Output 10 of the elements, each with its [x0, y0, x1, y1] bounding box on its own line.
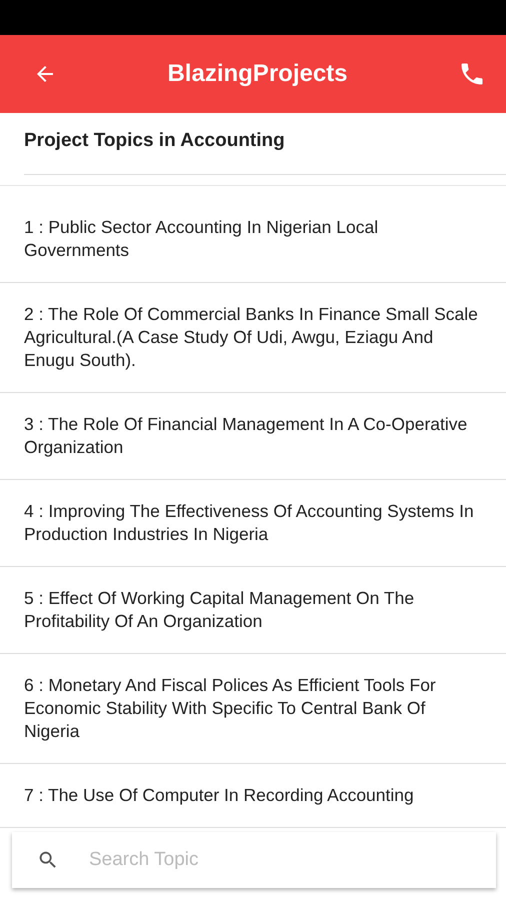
topic-item[interactable]: 5 : Effect Of Working Capital Management On The Profitability Of An Organization: [0, 567, 506, 654]
topic-item[interactable]: 2 : The Role Of Commercial Banks In Finance Small Scale Agricultural.(A Case Study Of Udi, Awgu, Eziagu And Enugu South).: [0, 283, 506, 393]
section-heading: Project Topics in Accounting: [24, 113, 506, 175]
search-field[interactable]: Search Topic: [87, 848, 391, 872]
topic-item[interactable]: 6 : Monetary And Fiscal Polices As Efficient Tools For Economic Stability With Specific To Central Bank Of Nigeria: [0, 654, 506, 764]
app-title: BlazingProjects: [167, 60, 348, 88]
topic-item[interactable]: 4 : Improving The Effectiveness Of Accounting Systems In Production Industries In Nigeria: [0, 480, 506, 567]
topic-item[interactable]: 7 : The Use Of Computer In Recording Accounting: [0, 764, 506, 828]
topic-item[interactable]: 1 : Public Sector Accounting In Nigerian Local Governments: [0, 186, 506, 283]
topic-item[interactable]: 3 : The Role Of Financial Management In A Co-Operative Organization: [0, 393, 506, 480]
